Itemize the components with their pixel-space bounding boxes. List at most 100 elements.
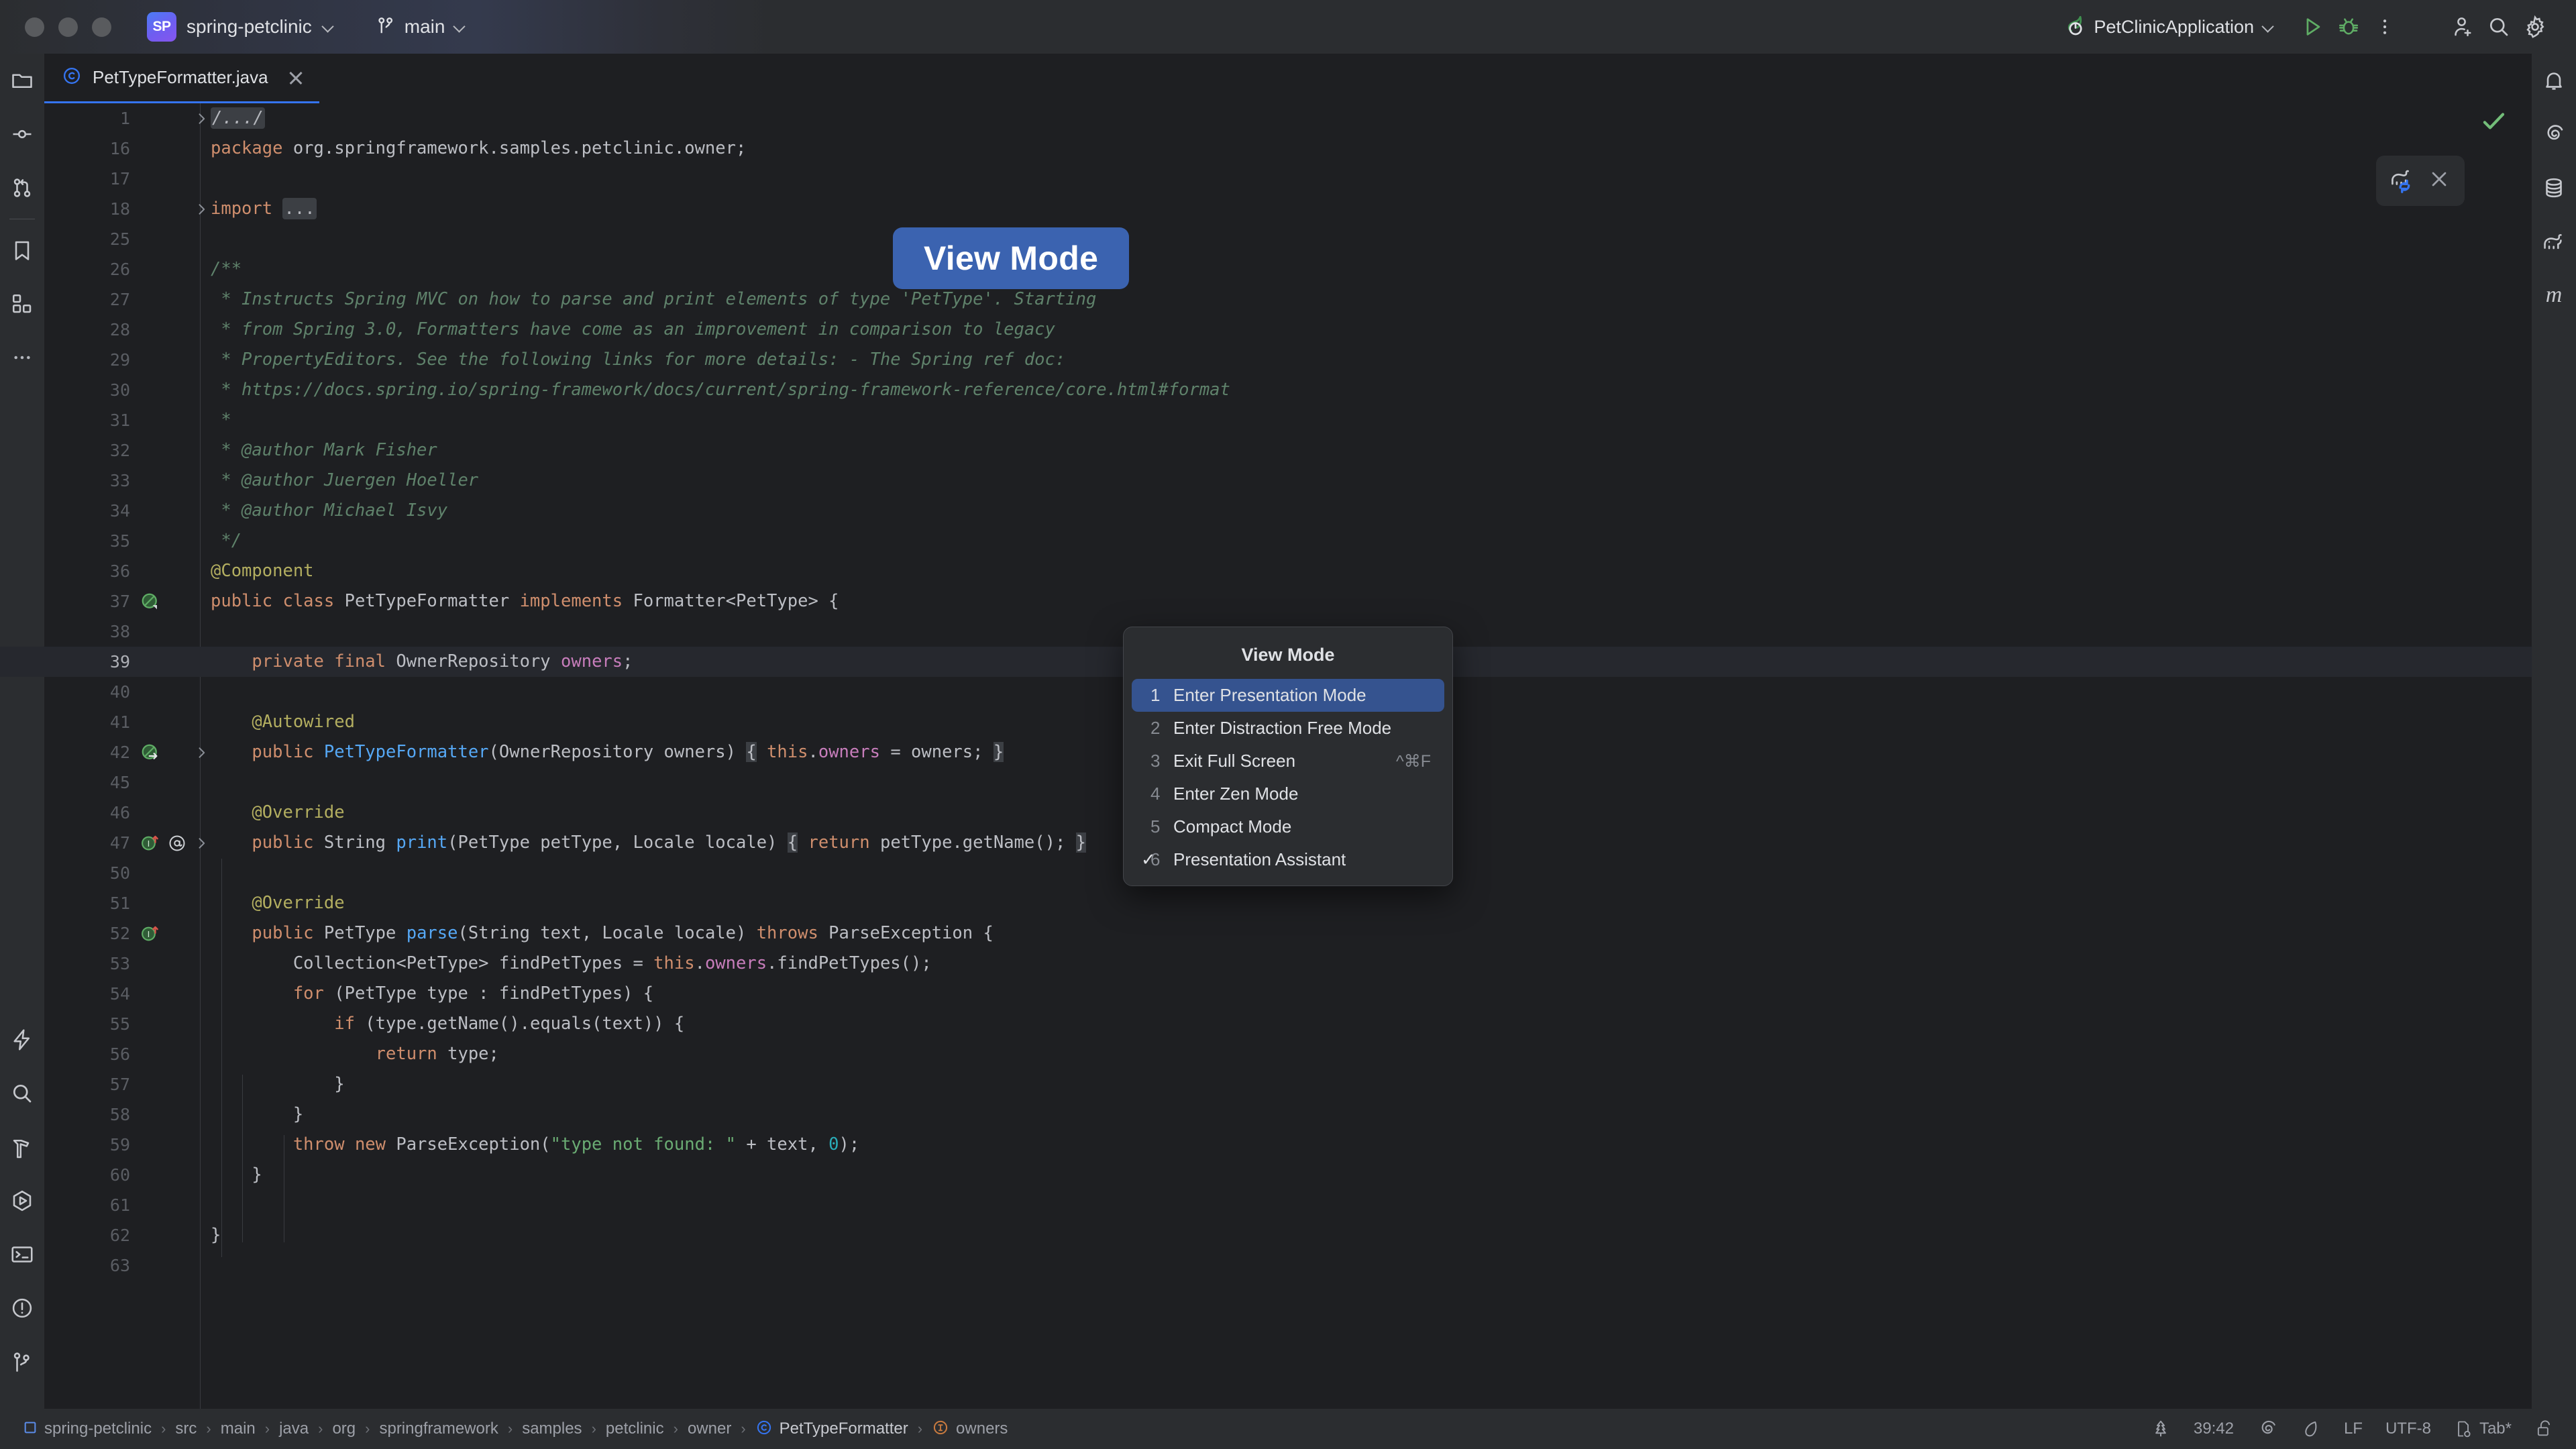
breadcrumb-item[interactable]: owners [932,1419,1008,1440]
sidebar-item-notifications[interactable] [2532,54,2576,107]
sidebar-item-terminal[interactable] [0,1228,44,1281]
search-everywhere-button[interactable] [2481,9,2517,45]
breadcrumb-separator: › [731,1420,755,1438]
code-line[interactable]: 63 [44,1250,2532,1281]
code-line[interactable]: 52I public PetType parse(String text, Lo… [44,918,2532,949]
sidebar-item-run[interactable] [0,1174,44,1228]
breadcrumb-item[interactable]: java [279,1419,309,1438]
code-line[interactable]: 29 * PropertyEditors. See the following … [44,345,2532,375]
breadcrumb-item[interactable]: owner [688,1419,731,1438]
more-actions-button[interactable] [2367,9,2403,45]
branch-selector[interactable]: main [376,15,466,40]
code-line[interactable]: 54 for (PetType type : findPetTypes) { [44,979,2532,1009]
annotation-icon[interactable] [164,828,191,858]
code-line[interactable]: 27 * Instructs Spring MVC on how to pars… [44,284,2532,315]
code-line[interactable]: 17 [44,164,2532,194]
code-line[interactable]: 36@Component [44,556,2532,586]
implementing-method-icon[interactable]: I [137,828,164,858]
sidebar-item-bookmarks[interactable] [0,223,44,277]
debug-button[interactable] [2330,9,2367,45]
popup-item-enter-zen-mode[interactable]: 4Enter Zen Mode [1132,777,1444,810]
breadcrumb-item[interactable]: main [221,1419,256,1438]
code-line[interactable]: 59 throw new ParseException("type not fo… [44,1130,2532,1160]
breadcrumb-item[interactable]: spring-petclinic [23,1419,152,1438]
code-line[interactable]: 31 * [44,405,2532,435]
implementing-method-icon[interactable]: I [137,918,164,949]
run-method-icon[interactable] [137,737,164,767]
run-configuration-selector[interactable]: PetClinicApplication [2060,13,2274,42]
unlocked-icon[interactable] [2534,1419,2553,1439]
code-line[interactable]: 30 * https://docs.spring.io/spring-frame… [44,375,2532,405]
close-window-button[interactable] [25,17,44,37]
code-line[interactable]: 33 * @author Juergen Hoeller [44,466,2532,496]
popup-item-enter-distraction-free-mode[interactable]: 2Enter Distraction Free Mode [1132,712,1444,745]
code-line[interactable]: 37public class PetTypeFormatter implemen… [44,586,2532,616]
sidebar-item-gradle[interactable] [2532,215,2576,268]
sidebar-item-maven[interactable]: m [2532,268,2576,322]
code-line[interactable]: 28 * from Spring 3.0, Formatters have co… [44,315,2532,345]
spring-icon[interactable] [2257,1418,2278,1440]
project-selector[interactable]: SP spring-petclinic [147,12,334,42]
sidebar-item-project[interactable] [0,54,44,107]
breadcrumb[interactable]: spring-petclinic›src›main›java›org›sprin… [0,1419,1008,1440]
breadcrumb-item[interactable]: springframework [379,1419,498,1438]
sidebar-item-problems[interactable] [0,1281,44,1335]
run-class-icon[interactable] [137,586,164,616]
code-line[interactable]: 25 [44,224,2532,254]
leaf-icon[interactable] [2301,1419,2321,1439]
sidebar-item-pull-requests[interactable] [0,161,44,215]
breadcrumb-label: PetTypeFormatter [780,1419,908,1438]
sidebar-item-build[interactable] [0,1120,44,1174]
code-line[interactable]: 35 */ [44,526,2532,556]
breadcrumb-item[interactable]: src [175,1419,197,1438]
indent-selector[interactable]: Tab* [2454,1419,2512,1439]
breadcrumb-item[interactable]: PetTypeFormatter [755,1419,908,1440]
settings-button[interactable] [2517,9,2553,45]
line-separator[interactable]: LF [2344,1419,2363,1438]
sidebar-item-more[interactable] [0,331,44,384]
popup-item-presentation-assistant[interactable]: ✓6Presentation Assistant [1132,843,1444,876]
file-encoding[interactable]: UTF-8 [2385,1419,2431,1438]
code-line[interactable]: 57 } [44,1069,2532,1099]
popup-item-label: Enter Zen Mode [1173,784,1298,804]
code-line[interactable]: 32 * @author Mark Fisher [44,435,2532,466]
breadcrumb-item[interactable]: samples [522,1419,582,1438]
sidebar-item-database[interactable] [2532,161,2576,215]
sidebar-item-version-control[interactable] [0,1335,44,1389]
run-button[interactable] [2294,9,2330,45]
code-line[interactable]: 34 * @author Michael Isvy [44,496,2532,526]
popup-item-exit-full-screen[interactable]: 3Exit Full Screen^⌘F [1132,745,1444,777]
editor-tab-pettypeformatter[interactable]: PetTypeFormatter.java [44,54,319,103]
code-line[interactable]: 55 if (type.getName().equals(text)) { [44,1009,2532,1039]
add-account-button[interactable] [2445,9,2481,45]
close-icon[interactable] [286,68,306,88]
code-line[interactable]: 58 } [44,1099,2532,1130]
code-text: public String print(PetType petType, Loc… [211,828,1086,858]
minimize-window-button[interactable] [58,17,78,37]
code-line[interactable]: 51 @Override [44,888,2532,918]
maximize-window-button[interactable] [92,17,111,37]
code-line[interactable]: 18import ... [44,194,2532,224]
code-line[interactable]: 53 Collection<PetType> findPetTypes = th… [44,949,2532,979]
breadcrumb-item[interactable]: org [332,1419,356,1438]
tree-icon[interactable] [2151,1419,2171,1439]
sidebar-item-spring[interactable] [2532,107,2576,161]
code-line[interactable]: 1/.../ [44,103,2532,133]
code-line[interactable]: 60 } [44,1160,2532,1190]
sidebar-item-find[interactable] [0,1067,44,1120]
sidebar-item-ai-assistant[interactable] [0,1013,44,1067]
sidebar-item-commit[interactable] [0,107,44,161]
caret-position[interactable]: 39:42 [2194,1419,2234,1438]
code-line[interactable]: 62} [44,1220,2532,1250]
popup-item-enter-presentation-mode[interactable]: 1Enter Presentation Mode [1132,679,1444,712]
code-line[interactable]: 16package org.springframework.samples.pe… [44,133,2532,164]
code-line[interactable]: 56 return type; [44,1039,2532,1069]
code-line[interactable]: 61 [44,1190,2532,1220]
popup-item-list[interactable]: 1Enter Presentation Mode2Enter Distracti… [1124,679,1452,876]
breadcrumb-item[interactable]: petclinic [606,1419,664,1438]
view-mode-popup[interactable]: View Mode 1Enter Presentation Mode2Enter… [1123,627,1453,886]
sidebar-item-plugins[interactable] [0,277,44,331]
window-controls[interactable] [25,17,111,37]
code-line[interactable]: 26/** [44,254,2532,284]
popup-item-compact-mode[interactable]: 5Compact Mode [1132,810,1444,843]
